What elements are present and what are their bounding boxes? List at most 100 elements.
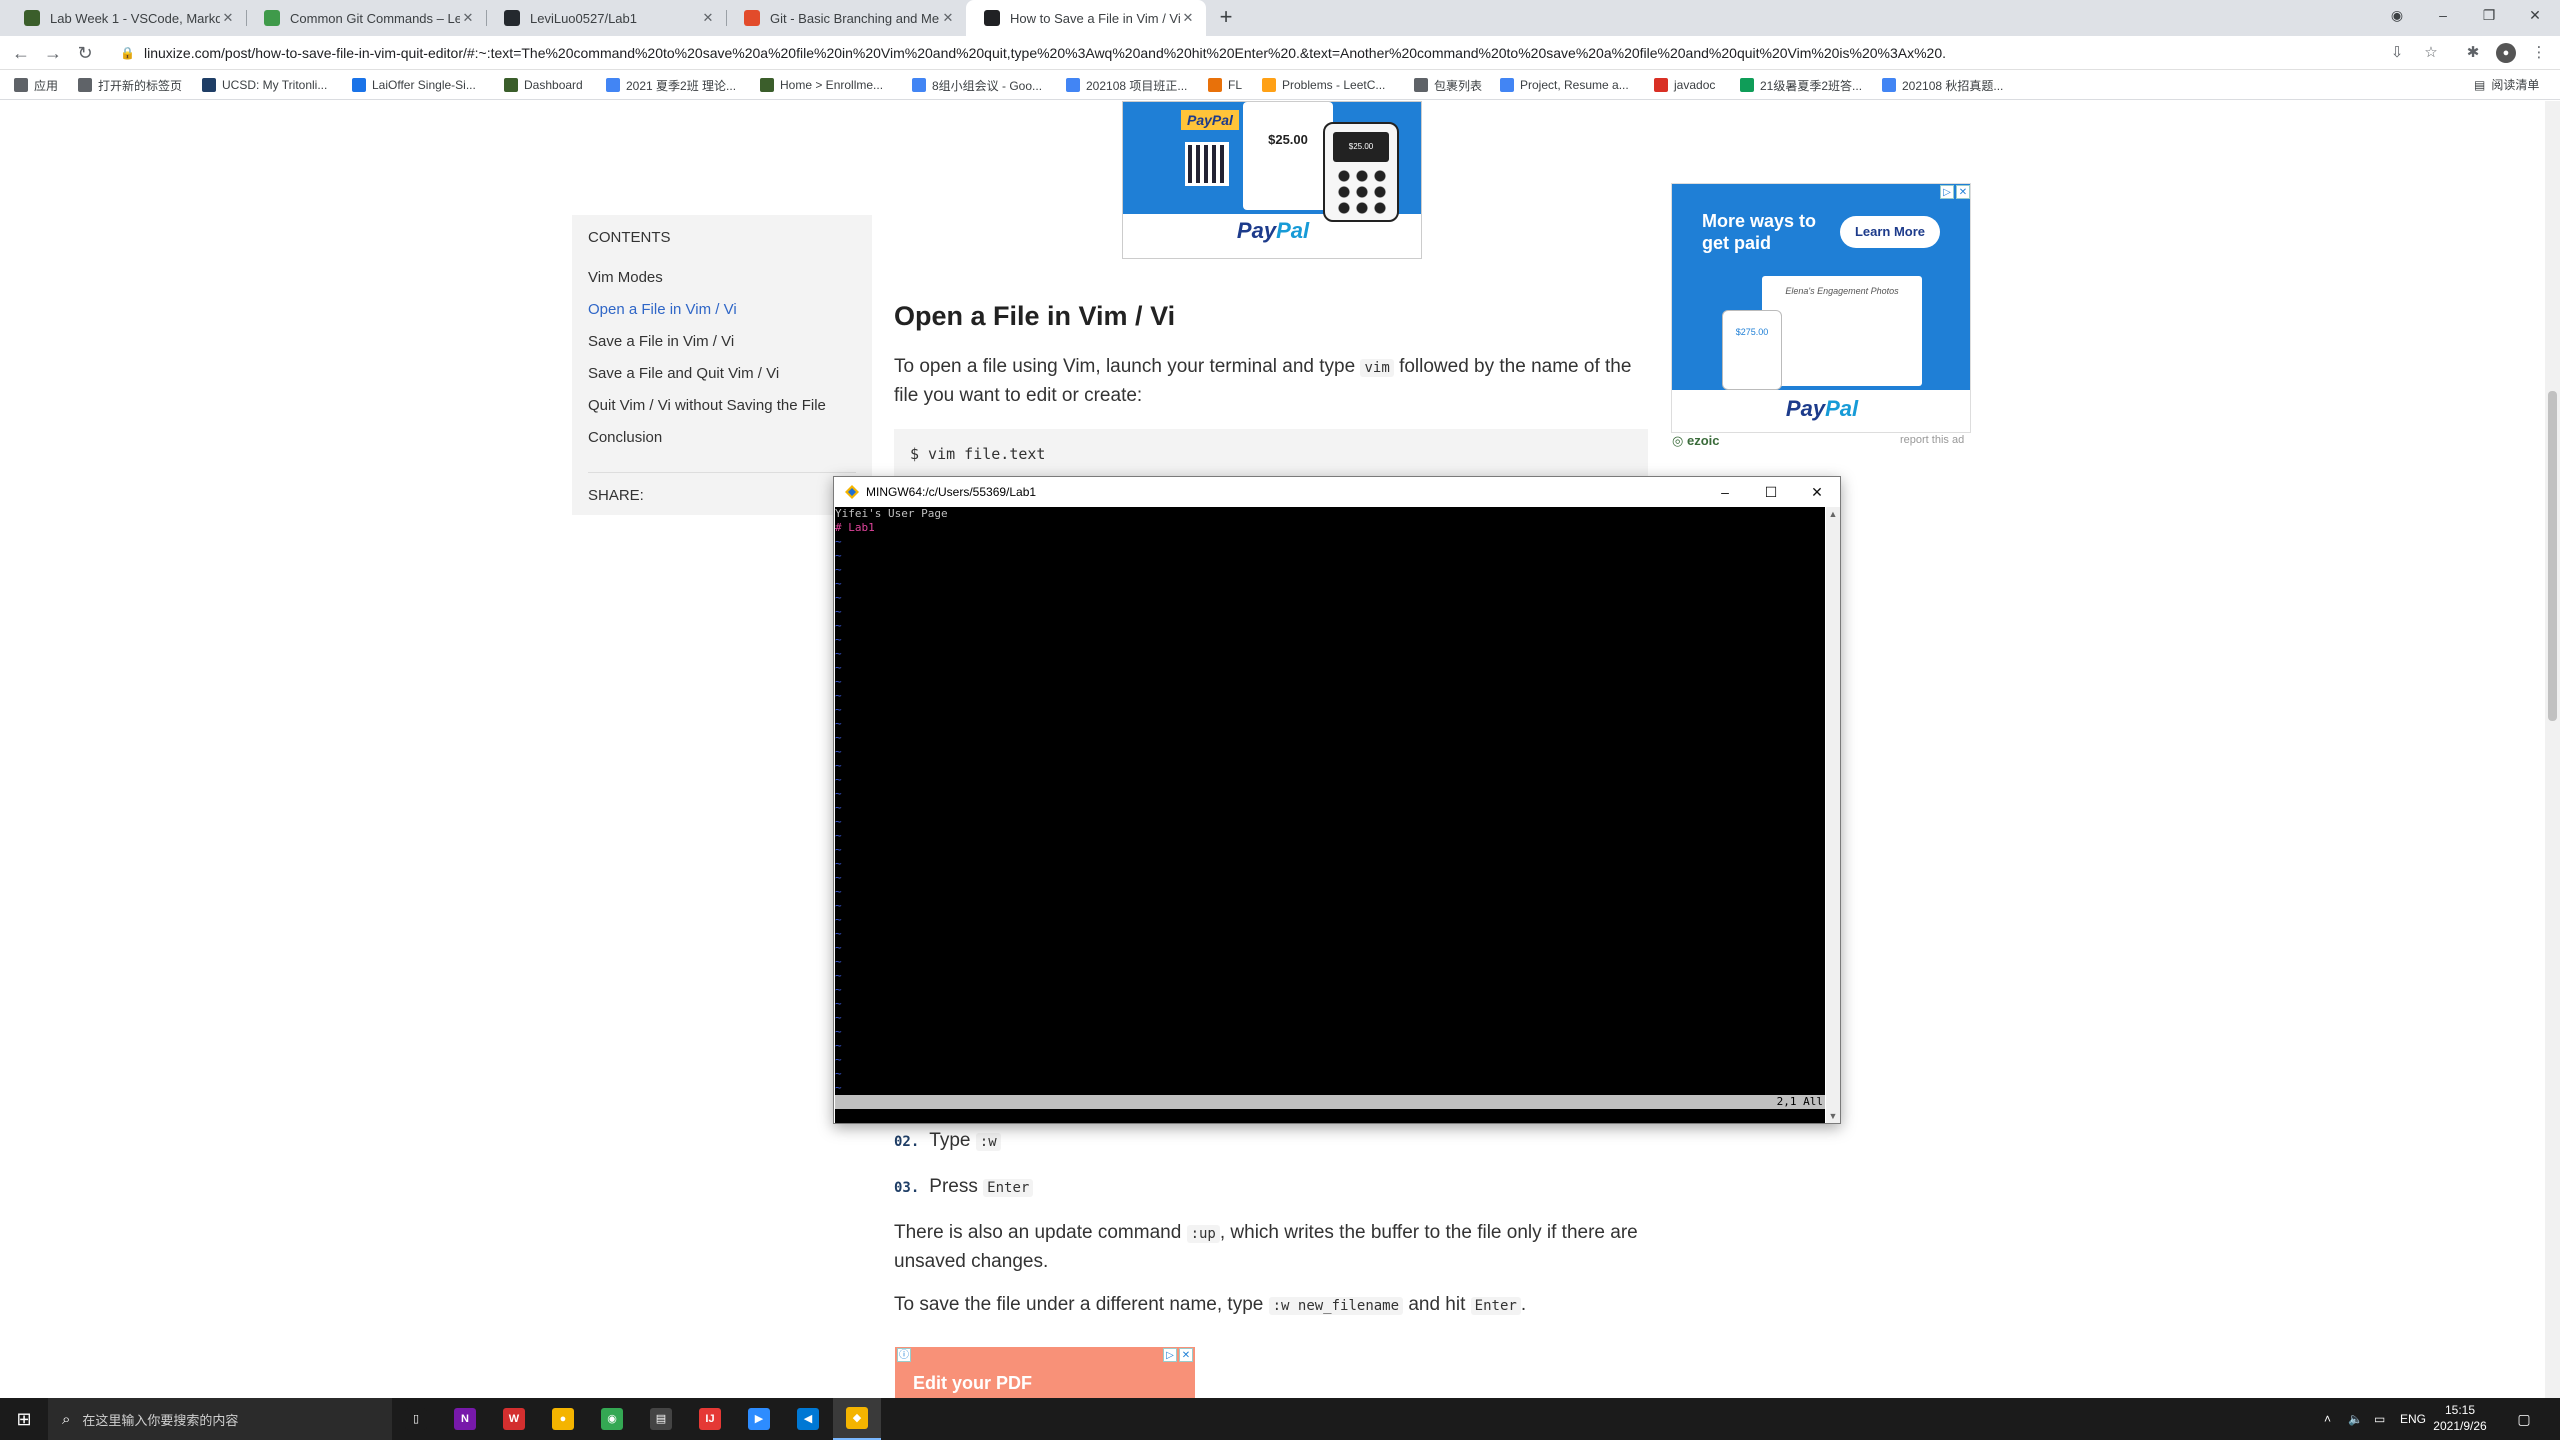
taskbar-app-onenote[interactable]: N [441,1398,489,1440]
tray-overflow-icon[interactable]: ˄ [2324,1398,2331,1440]
learn-more-button[interactable]: Learn More [1840,216,1940,248]
bookmark-item[interactable]: 202108 秋招真题... [1882,76,2003,94]
new-tab-button[interactable]: + [1212,4,1240,32]
terminal-maximize-button[interactable]: ☐ [1748,477,1794,507]
screen: Lab Week 1 - VSCode, Markdo ✕ Common Git C… [0,0,2560,1440]
toc-link[interactable]: Vim Modes [588,262,856,294]
install-app-icon[interactable]: ⇩ [2386,42,2408,64]
taskbar-app-app-red[interactable]: W [490,1398,538,1440]
toc-link[interactable]: Save a File and Quit Vim / Vi [588,358,856,390]
bookmark-item[interactable]: 2021 夏季2班 理论... [606,76,736,94]
bookmark-item[interactable]: javadoc [1654,76,1715,94]
browser-tab[interactable]: Lab Week 1 - VSCode, Markdo ✕ [6,0,246,36]
table-of-contents: CONTENTS Vim Modes Open a File in Vim / V… [572,215,872,515]
reload-button[interactable]: ↻ [72,40,98,66]
taskbar-app-app-files[interactable]: ▤ [637,1398,685,1440]
bookmark-item[interactable]: 包裹列表 [1414,76,1482,94]
tab-close-icon[interactable]: ✕ [460,10,476,26]
profile-avatar[interactable]: ● [2496,43,2516,63]
browser-menu-icon[interactable]: ⋮ [2528,42,2550,64]
ad-paypal-right[interactable]: More ways to get paid Learn More Elena's… [1671,183,1971,433]
address-bar[interactable]: 🔒 linuxize.com/post/how-to-save-file-in-… [110,39,2360,67]
tab-close-icon[interactable]: ✕ [940,10,956,26]
bookmark-item[interactable]: 8组小组会议 - Goo... [912,76,1042,94]
vim-empty-line-tilde: ~ [835,969,842,982]
bookmark-item[interactable]: FL [1208,76,1242,94]
browser-tab[interactable]: Git - Basic Branching and Mer ✕ [726,0,966,36]
vim-empty-line-tilde: ~ [835,983,842,996]
bookmark-item[interactable]: 21级暑夏季2班答... [1740,76,1862,94]
taskbar-app-chrome[interactable]: ◉ [588,1398,636,1440]
browser-tab[interactable]: Common Git Commands – Lea ✕ [246,0,486,36]
taskbar-app-vscode[interactable]: ◀ [784,1398,832,1440]
chrome-icon: ◉ [601,1408,623,1430]
toc-link[interactable]: Save a File in Vim / Vi [588,326,856,358]
browser-tab[interactable]: LeviLuo0527/Lab1 ✕ [486,0,726,36]
bookmark-item[interactable]: UCSD: My Tritonli... [202,76,327,94]
bookmark-item[interactable]: Problems - LeetC... [1262,76,1385,94]
bookmark-item[interactable]: Project, Resume a... [1500,76,1629,94]
tab-favicon-icon [984,10,1000,26]
start-button[interactable]: ⊞ [0,1398,48,1440]
ad-paypal-top[interactable]: PayPal $25.00 $25.00 PayPal [1122,101,1422,259]
taskbar-app-intellij[interactable]: IJ [686,1398,734,1440]
bookmark-star-icon[interactable]: ☆ [2420,42,2442,64]
git-bash-icon [845,485,859,499]
toc-link[interactable]: Open a File in Vim / Vi [588,294,856,326]
tab-close-icon[interactable]: ✕ [700,10,716,26]
volume-icon[interactable]: 🔈 [2348,1398,2363,1440]
bookmark-label: 8组小组会议 - Goo... [932,78,1043,93]
tab-close-icon[interactable]: ✕ [1180,10,1196,26]
taskbar-app-task-view[interactable]: ▯ [392,1398,440,1440]
back-button[interactable]: ← [8,40,34,66]
taskbar-search-box[interactable]: ⌕ 在这里输入你要搜索的内容 [48,1398,392,1440]
adchoices-icon[interactable]: ▷ [1940,185,1954,199]
reading-list-button[interactable]: ▤ 阅读清单 [2474,76,2539,93]
restore-button[interactable]: ❐ [2466,0,2512,30]
terminal-content[interactable]: Yifei's User Page # Lab1 ~ ~ ~ ~ ~ ~ ~ ~ ~ ~ ~ ~ ~ ~ ~… [835,507,1825,1123]
report-ad-link[interactable]: report this ad [1900,434,1964,446]
terminal-scroll-down-icon[interactable]: ▼ [1826,1109,1840,1123]
taskbar-app-git-bash[interactable]: ◆ [833,1398,881,1440]
profile-menu-icon[interactable]: ◉ [2374,0,2420,30]
ad-close-icon-bottom[interactable]: ✕ [1179,1348,1193,1362]
terminal-scrollbar[interactable]: ▲ ▼ [1826,507,1840,1123]
git-bash-window[interactable]: MINGW64:/c/Users/55369/Lab1 – ☐ ✕ Yifei'… [833,476,1841,1124]
ad-close-icon[interactable]: ✕ [1956,185,1970,199]
bookmark-label: 2021 夏季2班 理论... [626,78,737,93]
terminal-close-button[interactable]: ✕ [1794,477,1840,507]
toc-link[interactable]: Quit Vim / Vi without Saving the File [588,390,856,422]
forward-button[interactable]: → [40,40,66,66]
minimize-button[interactable]: – [2420,0,2466,30]
network-icon[interactable]: ▭ [2374,1398,2385,1440]
browser-tab[interactable]: How to Save a File in Vim / Vi ✕ [966,0,1206,36]
bookmark-label: 打开新的标签页 [98,78,183,93]
bookmark-item[interactable]: 202108 项目班正... [1066,76,1187,94]
close-window-button[interactable]: ✕ [2512,0,2558,30]
bookmark-item[interactable]: Home > Enrollme... [760,76,883,94]
terminal-scroll-up-icon[interactable]: ▲ [1826,507,1840,521]
vim-status-line: README.md [unix] (15:14 26/09/2021) 2,1 … [835,1095,1825,1122]
terminal-titlebar[interactable]: MINGW64:/c/Users/55369/Lab1 – ☐ ✕ [834,477,1840,507]
vim-status-file: README.md [unix] (15:14 26/09/2021) [888,1109,1121,1122]
notification-icon[interactable]: ▢ [2514,1409,2534,1429]
bookmark-favicon-icon [912,78,926,92]
tab-close-icon[interactable]: ✕ [220,10,236,26]
ad-edit-pdf[interactable]: ▷ ✕ ⓘ Edit your PDF [895,1347,1195,1398]
taskbar-app-app-yellow[interactable]: ● [539,1398,587,1440]
taskbar-clock[interactable]: 15:15 2021/9/26 [2420,1402,2500,1434]
page-scroll-thumb[interactable] [2548,391,2557,721]
step-3-number: 03. [894,1180,920,1196]
taskbar-app-zoom[interactable]: ▶ [735,1398,783,1440]
bookmark-item[interactable]: LaiOffer Single-Si... [352,76,476,94]
adchoices-icon-bottom[interactable]: ▷ [1163,1348,1177,1362]
vim-empty-line-tilde: ~ [835,703,842,716]
bookmark-item[interactable]: 打开新的标签页 [78,76,182,94]
ad-info-icon[interactable]: ⓘ [897,1348,911,1362]
terminal-minimize-button[interactable]: – [1702,477,1748,507]
bookmark-item[interactable]: Dashboard [504,76,583,94]
extensions-icon[interactable]: ✱ [2462,42,2484,64]
page-scrollbar[interactable] [2545,101,2560,1398]
toc-link[interactable]: Conclusion [588,422,856,454]
bookmark-item[interactable]: 应用 [14,76,58,94]
